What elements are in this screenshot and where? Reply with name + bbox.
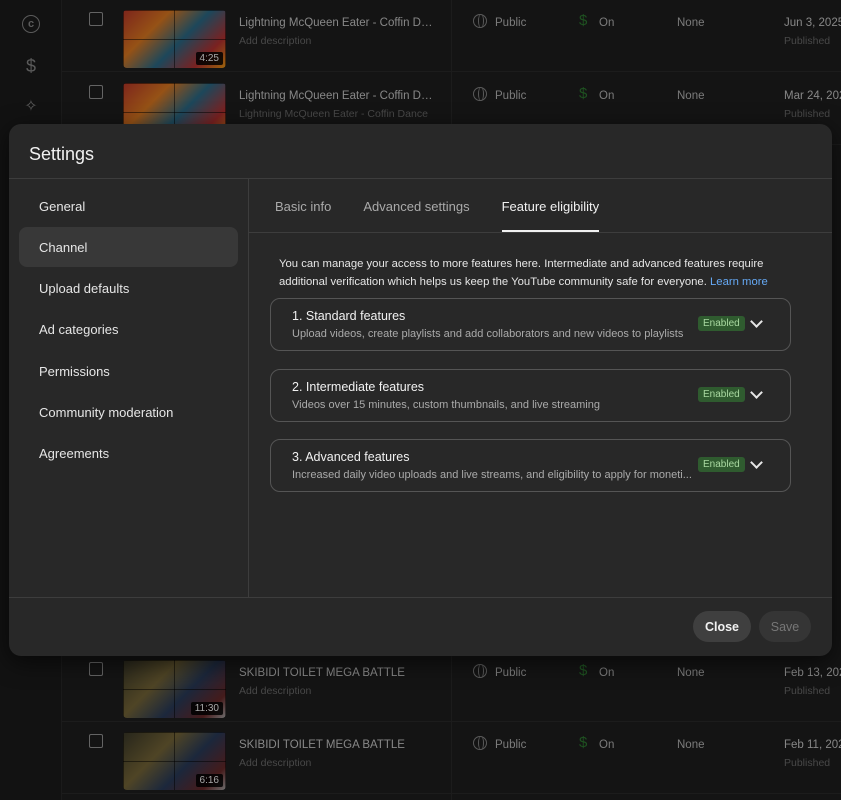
learn-more-link[interactable]: Learn more xyxy=(710,276,768,288)
nav-item-upload-defaults[interactable]: Upload defaults xyxy=(19,269,238,309)
feature-description: Videos over 15 minutes, custom thumbnail… xyxy=(292,399,600,411)
chevron-down-icon[interactable] xyxy=(750,456,763,469)
status-badge: Enabled xyxy=(698,316,745,331)
divider xyxy=(248,179,249,597)
settings-dialog: Settings General Channel Upload defaults… xyxy=(9,124,832,656)
chevron-down-icon[interactable] xyxy=(750,386,763,399)
nav-item-channel[interactable]: Channel xyxy=(19,227,238,268)
chevron-down-icon[interactable] xyxy=(750,315,763,328)
tab-feature-eligibility[interactable]: Feature eligibility xyxy=(486,179,616,233)
feature-title: 1. Standard features xyxy=(292,309,406,323)
save-button[interactable]: Save xyxy=(759,611,811,642)
feature-card-intermediate[interactable]: 2. Intermediate features Videos over 15 … xyxy=(270,369,791,422)
close-button[interactable]: Close xyxy=(693,611,751,642)
intro-text: You can manage your access to more featu… xyxy=(279,258,764,288)
dialog-title: Settings xyxy=(29,144,95,164)
tab-basic-info[interactable]: Basic info xyxy=(259,179,347,233)
nav-item-community-moderation[interactable]: Community moderation xyxy=(19,392,238,432)
feature-card-advanced[interactable]: 3. Advanced features Increased daily vid… xyxy=(270,439,791,492)
nav-item-ad-categories[interactable]: Ad categories xyxy=(19,310,238,350)
feature-intro-text: You can manage your access to more featu… xyxy=(279,256,779,291)
feature-card-standard[interactable]: 1. Standard features Upload videos, crea… xyxy=(270,298,791,351)
feature-description: Upload videos, create playlists and add … xyxy=(292,328,684,340)
nav-item-general[interactable]: General xyxy=(19,186,238,226)
settings-nav: General Channel Upload defaults Ad categ… xyxy=(19,186,238,475)
status-badge: Enabled xyxy=(698,387,745,402)
feature-title: 2. Intermediate features xyxy=(292,380,425,394)
nav-item-permissions[interactable]: Permissions xyxy=(19,351,238,391)
tab-advanced-settings[interactable]: Advanced settings xyxy=(347,179,485,233)
nav-item-agreements[interactable]: Agreements xyxy=(19,434,238,474)
feature-title: 3. Advanced features xyxy=(292,450,410,464)
feature-description: Increased daily video uploads and live s… xyxy=(292,469,692,481)
divider xyxy=(249,232,832,233)
status-badge: Enabled xyxy=(698,457,745,472)
settings-tabs: Basic info Advanced settings Feature eli… xyxy=(259,179,615,233)
divider xyxy=(9,597,832,598)
